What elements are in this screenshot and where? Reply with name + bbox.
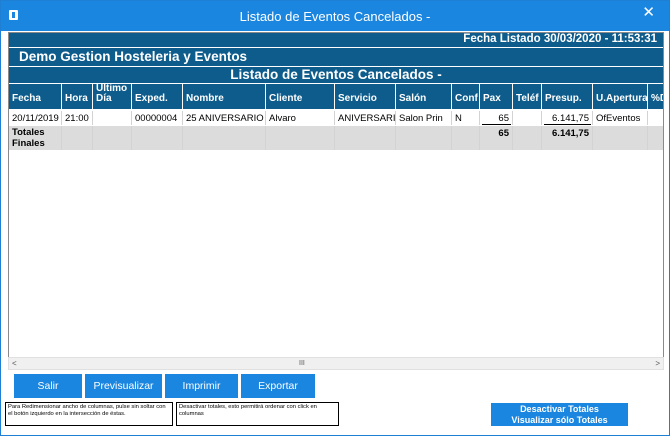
col-header-hora[interactable]: Hora [62,84,93,109]
table-cell[interactable]: Salon Prin [396,111,452,125]
table-cell[interactable]: OfEventos [593,111,648,125]
report-window: Listado de Eventos Cancelados - ✕ Fecha … [0,0,670,436]
table-cell[interactable]: 21:00 [62,111,93,125]
col-header-telef[interactable]: Teléf [513,84,542,109]
deactivate-totals-label[interactable]: Desactivar Totales [491,404,628,414]
totals-presup-cell: 6.141,75 [542,126,593,150]
company-header: Demo Gestion Hosteleria y Eventos [9,48,663,66]
title-bar: Listado de Eventos Cancelados - ✕ [1,1,669,31]
table-cell [513,126,542,150]
col-header-conf[interactable]: Conf [452,84,480,109]
table-cell[interactable]: ANIVERSARI [335,111,396,125]
table-cell[interactable]: N [452,111,480,125]
table-cell [452,126,480,150]
scroll-left-icon[interactable]: < [12,359,17,368]
col-header-presup[interactable]: Presup. [542,84,593,109]
table-cell[interactable] [513,111,542,125]
col-header-exped[interactable]: Exped. [132,84,183,109]
show-only-totals-label[interactable]: Visualizar sólo Totales [491,415,628,425]
table-cell [183,126,266,150]
salir-button[interactable]: Salir [14,374,82,398]
table-cell[interactable]: 6.141,75 [542,111,593,125]
pax-sum-line [482,124,511,125]
totals-label-cell: Totales Finales [9,126,62,150]
previsualizar-button[interactable]: Previsualizar [85,374,162,398]
table-cell [62,126,93,150]
scroll-right-icon[interactable]: > [655,359,660,368]
table-cell [93,126,132,150]
table-cell[interactable]: 65 [480,111,513,125]
col-header-fecha[interactable]: Fecha [9,84,62,109]
col-header-pct-d[interactable]: %D [648,84,663,109]
totals-note: Desactivar totales, esto permitirá orden… [176,402,339,426]
company-name: Demo Gestion Hosteleria y Eventos [19,49,248,64]
table-cell[interactable] [648,111,663,125]
col-header-salon[interactable]: Salón [396,84,452,109]
exportar-button[interactable]: Exportar [241,374,315,398]
report-date-header: Fecha Listado 30/03/2020 - 11:53:31 [9,33,663,47]
table-cell[interactable]: Alvaro [266,111,335,125]
table-cell [335,126,396,150]
col-header-u-apertura[interactable]: U.Apertura [593,84,648,109]
table-cell [132,126,183,150]
resize-columns-note: Para Redimensionar ancho de columnas, pu… [5,402,173,426]
report-title-header: Listado de Eventos Cancelados - [9,67,663,83]
table-cell [593,126,648,150]
table-cell [648,126,663,150]
scroll-thumb[interactable]: III [299,360,305,367]
table-cell[interactable]: 25 ANIVERSARIO [183,111,266,125]
table-cell[interactable]: 20/11/2019 [9,111,62,125]
table-cell [266,126,335,150]
report-date: Fecha Listado 30/03/2020 - 11:53:31 [463,33,657,45]
close-icon[interactable]: ✕ [642,5,655,21]
table-cell[interactable] [93,111,132,125]
window-title: Listado de Eventos Cancelados - [239,9,431,24]
horizontal-scrollbar[interactable]: < III > [8,357,664,370]
col-header-nombre[interactable]: Nombre [183,84,266,109]
table-cell[interactable]: 00000004 [132,111,183,125]
imprimir-button[interactable]: Imprimir [165,374,238,398]
presup-sum-line [544,124,591,125]
col-header-cliente[interactable]: Cliente [266,84,335,109]
report-grid: Fecha Listado 30/03/2020 - 11:53:31 Demo… [8,32,664,358]
toggle-totals-button[interactable]: Desactivar Totales Visualizar sólo Total… [491,403,628,426]
report-title: Listado de Eventos Cancelados - [230,67,442,82]
col-header-ultimo-dia[interactable]: Último Día [93,84,132,109]
table-cell [396,126,452,150]
totals-pax-cell: 65 [480,126,513,150]
col-header-servicio[interactable]: Servicio [335,84,396,109]
col-header-pax[interactable]: Pax [480,84,513,109]
